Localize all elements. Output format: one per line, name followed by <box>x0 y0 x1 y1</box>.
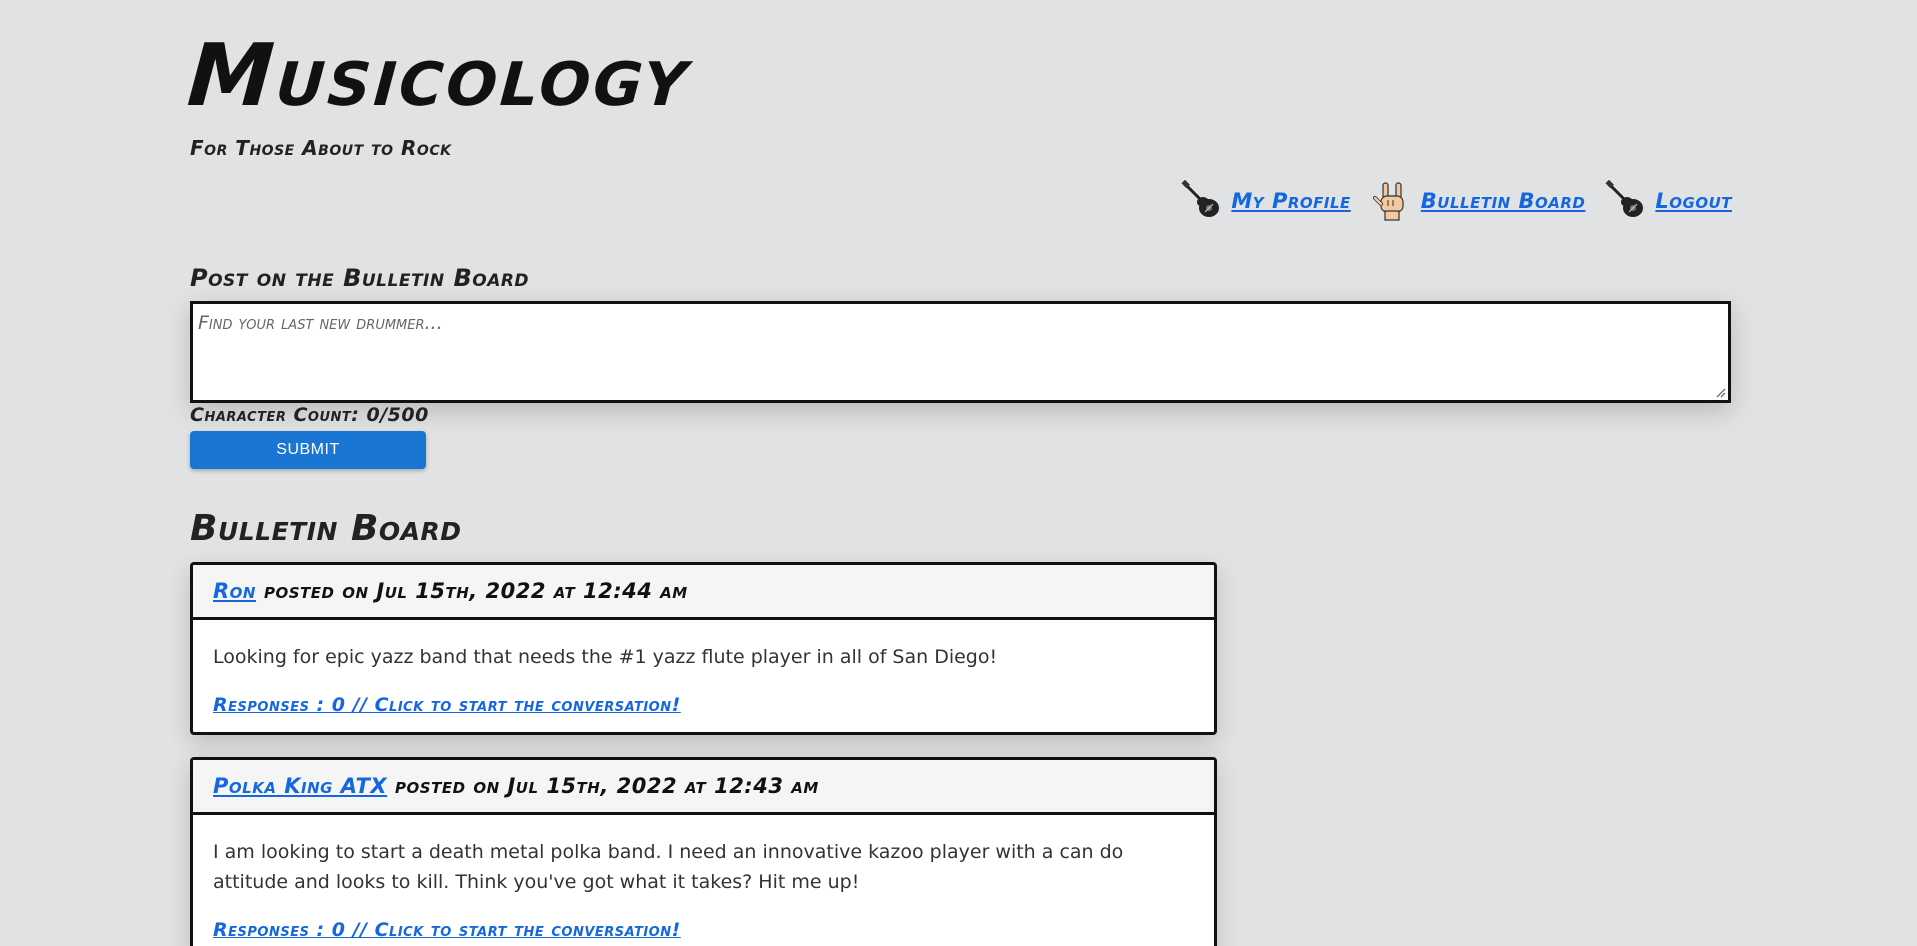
post-card-header: Ron posted on Jul 15th, 2022 at 12:44 am <box>193 565 1214 620</box>
post-responses-link[interactable]: Responses : 0 // Click to start the conv… <box>213 694 681 716</box>
site-tagline: For Those About to Rock <box>190 136 452 160</box>
top-nav: My Profile Bulletin Board Logout <box>1181 179 1732 222</box>
post-author-link[interactable]: Polka King ATX <box>213 774 387 798</box>
bulletin-board-heading: Bulletin Board <box>190 508 462 549</box>
post-card-body: I am looking to start a death metal polk… <box>193 815 1214 946</box>
nav-bulletin-board-link[interactable]: Bulletin Board <box>1421 189 1586 213</box>
post-textarea-wrapper <box>190 301 1731 403</box>
post-author-link[interactable]: Ron <box>213 579 256 603</box>
post-meta: posted on Jul 15th, 2022 at 12:43 am <box>395 774 819 798</box>
post-card: Ron posted on Jul 15th, 2022 at 12:44 am… <box>190 562 1217 735</box>
post-meta: posted on Jul 15th, 2022 at 12:44 am <box>263 579 688 603</box>
rock-hand-icon <box>1371 180 1413 222</box>
guitar-icon <box>1605 179 1647 222</box>
nav-my-profile-link[interactable]: My Profile <box>1231 189 1350 213</box>
post-body-text: I am looking to start a death metal polk… <box>213 841 1124 893</box>
post-card: Polka King ATX posted on Jul 15th, 2022 … <box>190 757 1217 946</box>
page: Musicology For Those About to Rock My Pr… <box>0 0 1917 946</box>
nav-logout-link[interactable]: Logout <box>1655 189 1732 213</box>
post-body-text: Looking for epic yazz band that needs th… <box>213 646 998 668</box>
post-responses-link[interactable]: Responses : 0 // Click to start the conv… <box>213 919 681 941</box>
character-count: Character Count: 0/500 <box>190 404 429 426</box>
submit-button[interactable]: SUBMIT <box>190 431 426 469</box>
post-textarea[interactable] <box>193 304 1728 400</box>
guitar-icon <box>1181 179 1223 222</box>
post-list: Ron posted on Jul 15th, 2022 at 12:44 am… <box>190 562 1217 946</box>
post-form-label: Post on the Bulletin Board <box>190 264 530 292</box>
post-card-header: Polka King ATX posted on Jul 15th, 2022 … <box>193 760 1214 815</box>
site-title: Musicology <box>184 26 694 126</box>
post-card-body: Looking for epic yazz band that needs th… <box>193 620 1214 732</box>
resize-handle-icon[interactable] <box>1714 386 1726 398</box>
